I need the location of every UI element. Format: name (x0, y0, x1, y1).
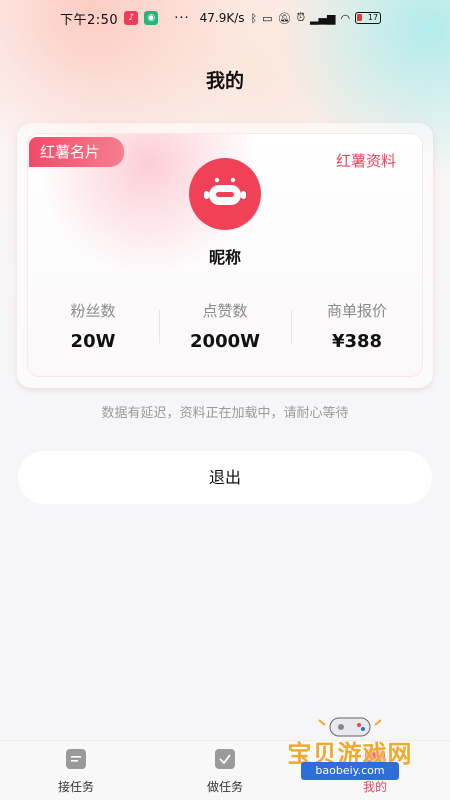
loading-notice: 数据有延迟，资料正在加载中，请耐心等待 (101, 406, 349, 421)
signal-icon: ▂▄▆ (310, 11, 336, 25)
task-check-icon (215, 749, 235, 769)
status-bar: 下午2:50 ♪ ◉ ··· 47.9K/s ᛒ ▭ 🔕︎ ⏰︎ ▂▄▆ ◠ 1… (0, 0, 450, 36)
battery-icon: 17 (355, 12, 382, 24)
alarm-icon: ⏰︎ (296, 11, 306, 24)
watermark-logo: 宝贝游戏网 baobeiy.com (275, 712, 425, 797)
system-icons: ᛒ ▭ 🔕︎ ⏰︎ ▂▄▆ ◠ 17 (251, 11, 382, 25)
stat-price-label: 商单报价 (326, 302, 387, 320)
task-list-icon (66, 749, 86, 769)
bluetooth-icon: ᛒ (250, 11, 258, 25)
status-time: 下午2:50 (60, 12, 119, 28)
nickname: 昵称 (208, 248, 241, 267)
network-speed: 47.9K/s (199, 11, 245, 25)
stat-followers-label: 粉丝数 (70, 302, 116, 320)
page-title: 我的 (205, 70, 244, 92)
mute-icon: 🔕︎ (277, 11, 292, 25)
battery-level: 17 (367, 13, 379, 22)
tab-label: 接任务 (57, 780, 94, 794)
card-badge: 红薯名片 (29, 137, 124, 167)
tab-do-tasks[interactable]: 做任务 (170, 741, 280, 800)
tab-accept-tasks[interactable]: 接任务 (21, 741, 131, 800)
stat-followers-value: 20W (70, 331, 116, 352)
stat-likes-label: 点赞数 (202, 302, 248, 320)
robot-avatar-icon (204, 177, 246, 205)
avatar[interactable] (189, 158, 261, 230)
tab-label: 做任务 (206, 780, 243, 794)
stat-price-value: ¥388 (331, 331, 383, 352)
wifi-icon: ◠ (340, 11, 351, 25)
profile-details-link[interactable]: 红薯资料 (336, 150, 396, 171)
tiktok-icon: ♪ (124, 11, 139, 25)
more-notifications-icon: ··· (174, 10, 190, 26)
stat-likes-value: 2000W (190, 331, 260, 352)
watermark-url: baobeiy.com (301, 762, 399, 780)
app-notification-icon: ◉ (144, 11, 159, 25)
vibrate-icon: ▭ (262, 11, 273, 25)
logout-button[interactable]: 退出 (18, 451, 432, 504)
